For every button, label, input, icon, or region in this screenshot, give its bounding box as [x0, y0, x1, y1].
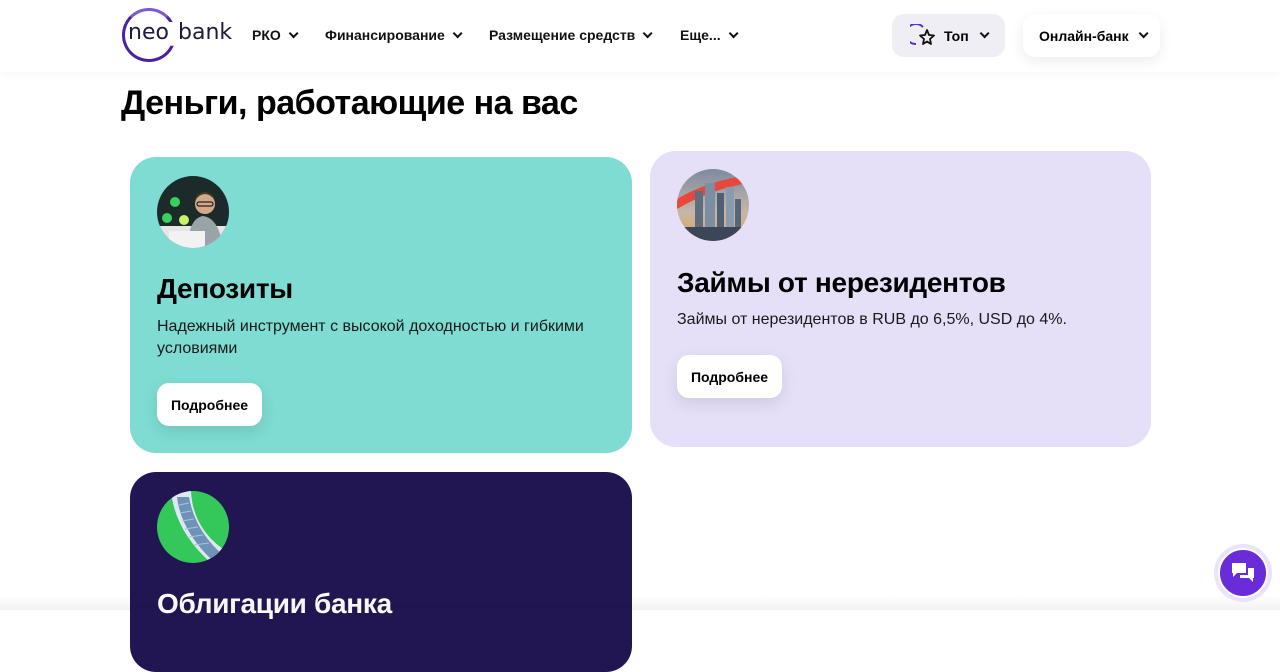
logo-text-neo: neo — [128, 20, 169, 45]
chevron-down-icon — [452, 27, 463, 38]
loans-more-button[interactable]: Подробнее — [677, 355, 782, 398]
chevron-down-icon — [288, 27, 299, 38]
nav-rko-label: РКО — [252, 27, 281, 43]
top-button[interactable]: Топ — [892, 14, 1005, 57]
chat-button[interactable] — [1214, 544, 1272, 602]
nav-more-label: Еще... — [680, 27, 721, 43]
nav-placement-label: Размещение средств — [489, 27, 636, 43]
deposits-description: Надежный инструмент с высокой доходность… — [157, 318, 584, 357]
chevron-down-icon — [1138, 28, 1149, 39]
online-bank-label: Онлайн-банк — [1039, 27, 1129, 44]
nav-financing-label: Финансирование — [325, 27, 445, 43]
nav-placement[interactable]: Размещение средств — [489, 24, 653, 46]
deposits-more-button[interactable]: Подробнее — [157, 383, 262, 426]
bottom-shade — [0, 595, 1280, 610]
loans-description: Займы от нерезидентов в RUB до 6,5%, USD… — [677, 311, 1067, 328]
neobank-logo[interactable]: neo bank — [120, 6, 232, 64]
deposits-image — [157, 176, 229, 248]
top-button-label: Топ — [944, 27, 969, 44]
bonds-image — [157, 491, 229, 563]
nav-more[interactable]: Еще... — [680, 24, 739, 46]
nav-financing[interactable]: Финансирование — [325, 24, 463, 46]
online-bank-button[interactable]: Онлайн-банк — [1023, 14, 1160, 57]
card-deposits[interactable]: Депозиты Надежный инструмент с высокой д… — [130, 157, 632, 453]
nav-rko[interactable]: РКО — [252, 24, 299, 46]
card-bank-bonds[interactable]: Облигации банка — [130, 472, 632, 672]
chevron-down-icon — [979, 28, 990, 39]
loans-image — [677, 169, 749, 241]
chevron-down-icon — [642, 27, 653, 38]
card-nonresident-loans[interactable]: Займы от нерезидентов Займы от нерезиден… — [650, 151, 1151, 447]
deposits-title: Депозиты — [157, 273, 293, 304]
chat-icon — [1232, 563, 1254, 582]
header: neo bank РКО Финансирование Размещение с… — [0, 0, 1280, 72]
loans-title: Займы от нерезидентов — [677, 267, 1006, 298]
star-icon — [910, 23, 935, 45]
page-title: Деньги, работающие на вас — [121, 84, 578, 122]
chevron-down-icon — [728, 27, 739, 38]
logo-text-bank: bank — [178, 20, 233, 45]
